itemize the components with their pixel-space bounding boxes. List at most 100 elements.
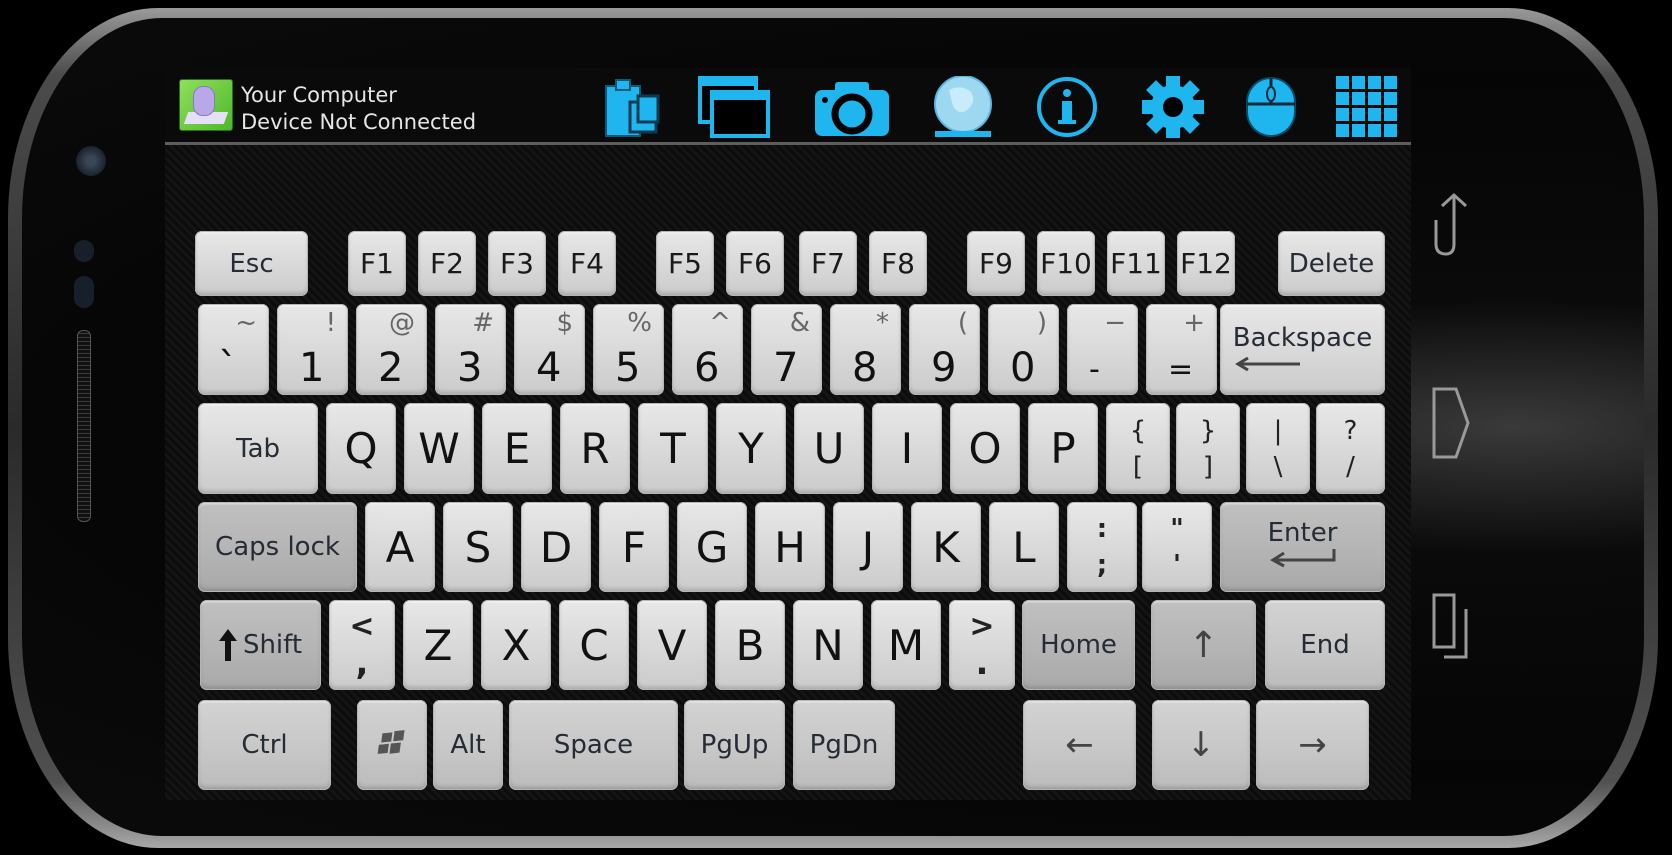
key-letter[interactable]: K bbox=[911, 502, 981, 592]
key-number[interactable]: ^ 6 bbox=[672, 304, 743, 395]
key-arrow-down[interactable]: ↓ bbox=[1152, 700, 1250, 790]
key-letter[interactable]: T bbox=[638, 403, 708, 494]
key-tab[interactable]: Tab bbox=[198, 403, 318, 494]
key-number[interactable]: + = bbox=[1146, 304, 1217, 395]
key-number[interactable]: @2 bbox=[356, 304, 427, 395]
back-button[interactable] bbox=[1432, 192, 1472, 258]
key-delete[interactable]: Delete bbox=[1278, 231, 1385, 296]
key-symbol[interactable]: }] bbox=[1176, 403, 1240, 494]
key-esc[interactable]: Esc bbox=[195, 231, 308, 296]
key-windows[interactable] bbox=[357, 700, 427, 790]
key-letter[interactable]: S bbox=[443, 502, 513, 592]
key-f11[interactable]: F11 bbox=[1107, 231, 1165, 296]
web-button[interactable] bbox=[930, 76, 996, 138]
key-letter[interactable]: V bbox=[637, 600, 707, 690]
key-backspace[interactable]: Backspace bbox=[1220, 304, 1385, 395]
key-f10[interactable]: F10 bbox=[1037, 231, 1095, 296]
key-letter[interactable]: R bbox=[560, 403, 630, 494]
key-letter[interactable]: X bbox=[481, 600, 551, 690]
key-letter[interactable]: G bbox=[677, 502, 747, 592]
key-comma[interactable]: <, bbox=[329, 600, 395, 690]
key-number[interactable]: ! 1 bbox=[277, 304, 348, 395]
key-number[interactable]: ) 0 bbox=[988, 304, 1059, 395]
key-f6[interactable]: F6 bbox=[726, 231, 784, 296]
key-end[interactable]: End bbox=[1265, 600, 1385, 690]
key-f9[interactable]: F9 bbox=[967, 231, 1025, 296]
key-symbol[interactable]: " ' bbox=[1142, 502, 1212, 592]
mouse-mode-button[interactable] bbox=[1243, 76, 1299, 138]
key-ctrl[interactable]: Ctrl bbox=[198, 700, 331, 790]
key-period[interactable]: >. bbox=[949, 600, 1015, 690]
key-arrow-up[interactable]: ↑ bbox=[1151, 600, 1256, 690]
key-symbol[interactable]: ? / bbox=[1316, 403, 1385, 494]
key-letter[interactable]: D bbox=[521, 502, 591, 592]
recent-apps-button[interactable] bbox=[1432, 593, 1472, 661]
home-nav-button[interactable] bbox=[1432, 387, 1472, 459]
front-camera bbox=[76, 146, 106, 176]
key-f2[interactable]: F2 bbox=[418, 231, 476, 296]
key-main-label: - bbox=[1089, 352, 1100, 387]
key-number[interactable]: (9 bbox=[909, 304, 980, 395]
key-number[interactable]: − - bbox=[1067, 304, 1138, 395]
key-letter[interactable]: M bbox=[871, 600, 941, 690]
key-letter[interactable]: O bbox=[950, 403, 1020, 494]
key-enter[interactable]: Enter bbox=[1220, 502, 1385, 592]
key-number[interactable]: * 8 bbox=[830, 304, 901, 395]
key-arrow-left[interactable]: ← bbox=[1023, 700, 1136, 790]
layouts-button[interactable] bbox=[1335, 76, 1399, 138]
key-letter[interactable]: W bbox=[404, 403, 474, 494]
key-symbol[interactable]: | \ bbox=[1246, 403, 1310, 494]
key-letter[interactable]: F bbox=[599, 502, 669, 592]
key-shift-label: " bbox=[1170, 514, 1184, 544]
key-symbol[interactable]: {[ bbox=[1106, 403, 1170, 494]
key-page-down[interactable]: PgDn bbox=[793, 700, 895, 790]
key-letter[interactable]: B bbox=[715, 600, 785, 690]
key-number[interactable]: #3 bbox=[435, 304, 506, 395]
screenshot-button[interactable] bbox=[812, 76, 892, 138]
key-letter[interactable]: N bbox=[793, 600, 863, 690]
key-number[interactable]: % 5 bbox=[593, 304, 664, 395]
key-letter[interactable]: H bbox=[755, 502, 825, 592]
key-letter[interactable]: I bbox=[872, 403, 942, 494]
key-home[interactable]: Home bbox=[1022, 600, 1135, 690]
key-letter[interactable]: E bbox=[482, 403, 552, 494]
key-letter[interactable]: J bbox=[833, 502, 903, 592]
key-f3[interactable]: F3 bbox=[488, 231, 546, 296]
key-space[interactable]: Space bbox=[509, 700, 678, 790]
clipboard-button[interactable] bbox=[600, 76, 664, 138]
info-button[interactable] bbox=[1034, 76, 1100, 138]
key-f8[interactable]: F8 bbox=[869, 231, 927, 296]
key-arrow-right[interactable]: → bbox=[1256, 700, 1369, 790]
top-bar-divider bbox=[165, 142, 1411, 145]
key-alt[interactable]: Alt bbox=[433, 700, 503, 790]
key-number[interactable]: $4 bbox=[514, 304, 585, 395]
proximity-sensor bbox=[74, 240, 94, 262]
key-letter[interactable]: A bbox=[365, 502, 435, 592]
key-label: X bbox=[501, 620, 531, 670]
recent-apps-icon bbox=[1432, 593, 1468, 659]
key-f1[interactable]: F1 bbox=[348, 231, 406, 296]
key-number[interactable]: ~ ` bbox=[198, 304, 269, 395]
key-caps-lock[interactable]: Caps lock bbox=[198, 502, 357, 592]
arrow-right-icon: → bbox=[1298, 725, 1327, 765]
key-letter[interactable]: C bbox=[559, 600, 629, 690]
key-letter[interactable]: U bbox=[794, 403, 864, 494]
key-number[interactable]: & 7 bbox=[751, 304, 822, 395]
key-letter[interactable]: P bbox=[1028, 403, 1098, 494]
key-page-up[interactable]: PgUp bbox=[684, 700, 785, 790]
key-letter[interactable]: Y bbox=[716, 403, 786, 494]
key-f12[interactable]: F12 bbox=[1177, 231, 1235, 296]
key-letter[interactable]: Z bbox=[403, 600, 473, 690]
key-letter[interactable]: Q bbox=[326, 403, 396, 494]
settings-button[interactable] bbox=[1138, 76, 1208, 138]
key-f5[interactable]: F5 bbox=[656, 231, 714, 296]
key-label: H bbox=[774, 522, 806, 572]
key-letter[interactable]: L bbox=[989, 502, 1059, 592]
key-f7[interactable]: F7 bbox=[799, 231, 857, 296]
key-shift[interactable]: Shift bbox=[200, 600, 321, 690]
arrow-up-icon: ↑ bbox=[1188, 624, 1219, 666]
key-symbol[interactable]: :; bbox=[1067, 502, 1137, 592]
key-f4[interactable]: F4 bbox=[558, 231, 616, 296]
windows-button[interactable] bbox=[697, 76, 773, 138]
key-label: S bbox=[464, 522, 492, 572]
